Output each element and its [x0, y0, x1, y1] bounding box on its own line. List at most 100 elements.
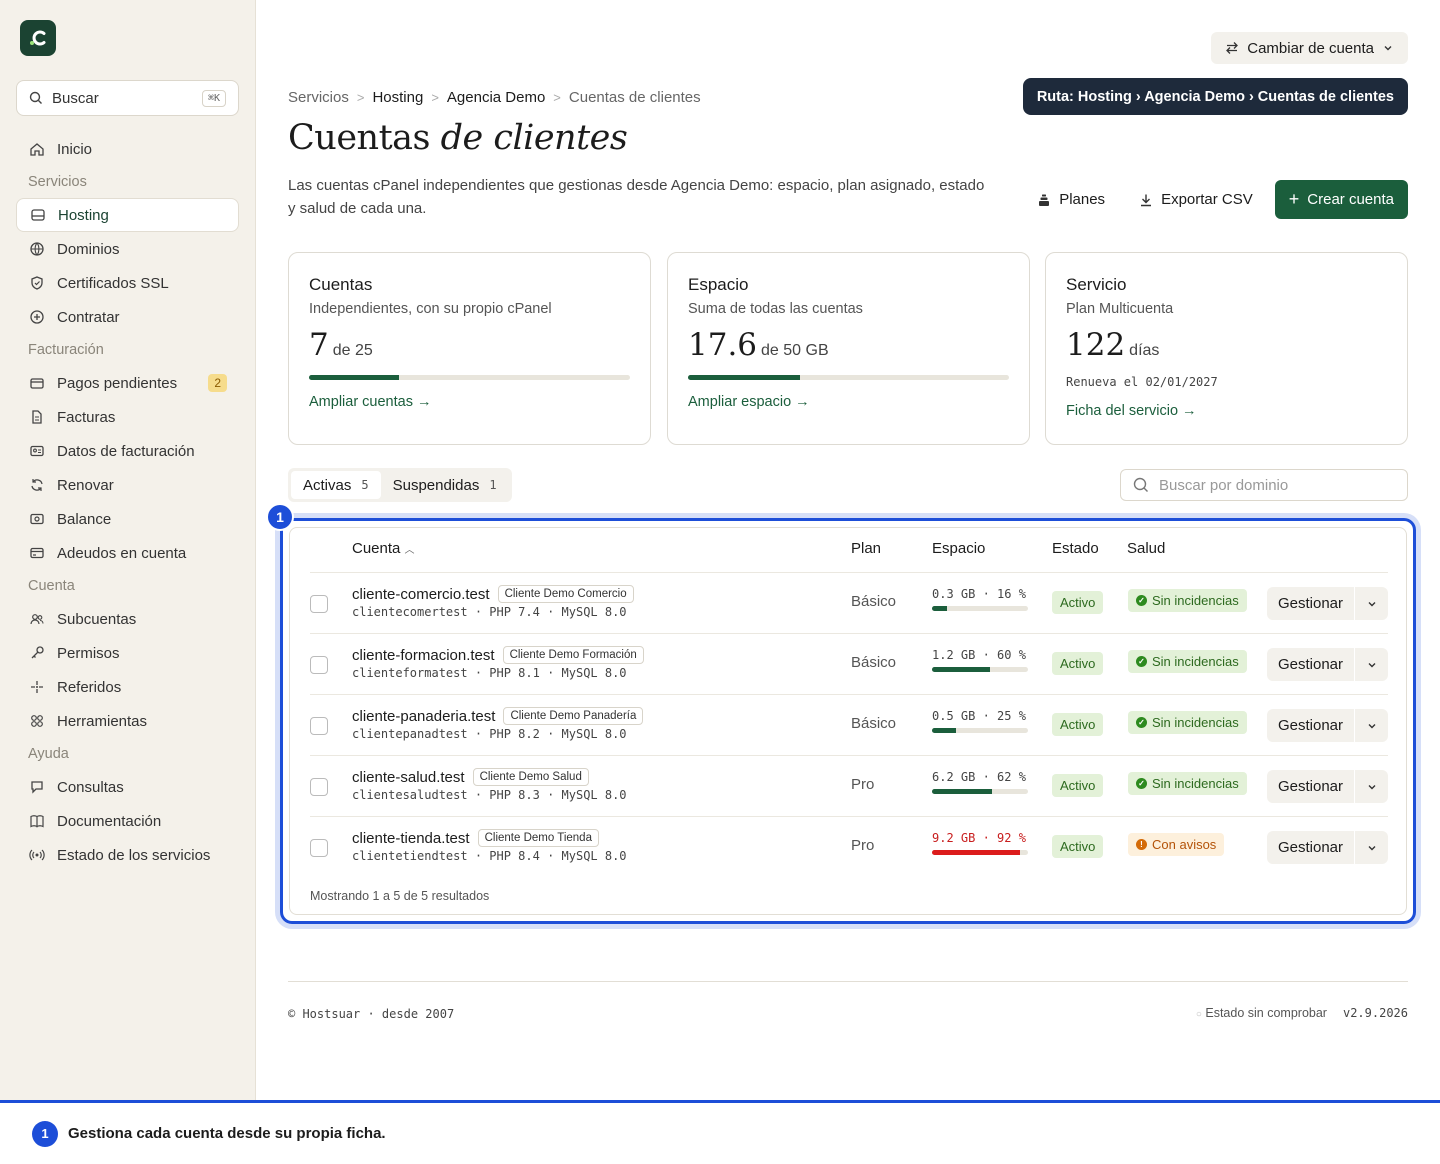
- breadcrumb-agencia[interactable]: Agencia Demo: [447, 89, 545, 106]
- search-icon: [1133, 477, 1149, 493]
- sidebar-item-renovar[interactable]: Renovar: [16, 468, 239, 502]
- row-checkbox[interactable]: [310, 839, 328, 857]
- account-domain[interactable]: cliente-comercio.test: [352, 586, 490, 603]
- breadcrumb-servicios[interactable]: Servicios: [288, 89, 349, 106]
- sidebar-item-subcuentas[interactable]: Subcuentas: [16, 602, 239, 636]
- sidebar-item-label: Balance: [57, 510, 112, 528]
- manage-button[interactable]: Gestionar: [1267, 831, 1355, 864]
- search-placeholder: Buscar por dominio: [1159, 476, 1289, 494]
- sidebar-item-datos-de-facturación[interactable]: Datos de facturación: [16, 434, 239, 468]
- plan-cell: Pro: [851, 837, 875, 854]
- plan-cell: Pro: [851, 776, 875, 793]
- check-circle-icon: ✓: [1136, 717, 1147, 728]
- sidebar-item-label: Datos de facturación: [57, 442, 195, 460]
- sidebar-item-hosting[interactable]: Hosting: [16, 198, 239, 232]
- account-domain[interactable]: cliente-tienda.test: [352, 830, 470, 847]
- file-icon: [28, 409, 45, 426]
- sidebar-item-referidos[interactable]: Referidos: [16, 670, 239, 704]
- status-badge: Activo: [1052, 713, 1104, 736]
- tab-suspendidas[interactable]: Suspendidas 1: [381, 471, 509, 499]
- manage-button[interactable]: Gestionar: [1267, 709, 1355, 742]
- sidebar-item-documentación[interactable]: Documentación: [16, 804, 239, 838]
- sidebar-item-consultas[interactable]: Consultas: [16, 770, 239, 804]
- sidebar-item-label: Certificados SSL: [57, 274, 169, 292]
- sidebar-search[interactable]: Buscar ⌘K: [16, 80, 239, 116]
- space-value: 1.2 GB · 60 %: [932, 648, 1026, 662]
- domain-search-input[interactable]: Buscar por dominio: [1120, 469, 1408, 501]
- sidebar-item-label: Permisos: [57, 644, 120, 662]
- service-detail-link[interactable]: Ficha del servicio →: [1066, 403, 1387, 419]
- breadcrumb-current: Cuentas de clientes: [568, 89, 701, 106]
- stack-icon: [1037, 193, 1051, 207]
- manage-button[interactable]: Gestionar: [1267, 648, 1355, 681]
- callout-marker: 1: [266, 503, 294, 531]
- nav-section-heading: Facturación: [28, 342, 104, 358]
- service-status[interactable]: ○ Estado sin comprobar: [1196, 1006, 1327, 1020]
- row-checkbox[interactable]: [310, 656, 328, 674]
- sidebar-item-label: Hosting: [58, 206, 109, 224]
- chevron-down-icon[interactable]: [1355, 781, 1388, 793]
- switch-account-button[interactable]: Cambiar de cuenta: [1211, 32, 1408, 64]
- space-cell: 0.3 GB · 16 %: [932, 587, 1028, 611]
- sidebar-item-contratar[interactable]: Contratar: [16, 300, 239, 334]
- export-csv-button[interactable]: Exportar CSV: [1127, 180, 1265, 219]
- tab-count: 5: [361, 478, 369, 492]
- sidebar-item-herramientas[interactable]: Herramientas: [16, 704, 239, 738]
- accounts-table: Cuenta ︿ Plan Espacio Estado Salud clien…: [289, 527, 1407, 915]
- row-checkbox[interactable]: [310, 778, 328, 796]
- table-row: cliente-comercio.test Cliente Demo Comerc…: [310, 572, 1388, 633]
- expand-space-link[interactable]: Ampliar espacio →: [688, 394, 1009, 410]
- manage-button[interactable]: Gestionar: [1267, 770, 1355, 803]
- chevron-down-icon[interactable]: [1355, 720, 1388, 732]
- client-tag: Cliente Demo Panadería: [503, 707, 644, 725]
- space-usage-bar: [932, 728, 1028, 733]
- account-domain[interactable]: cliente-panaderia.test: [352, 708, 495, 725]
- col-cuenta[interactable]: Cuenta ︿: [352, 540, 415, 557]
- footer-divider: [288, 981, 1408, 982]
- tab-activas[interactable]: Activas 5: [291, 471, 381, 499]
- brand-logo[interactable]: [20, 20, 56, 56]
- sidebar-item-pagos-pendientes[interactable]: Pagos pendientes 2: [16, 366, 239, 400]
- account-domain[interactable]: cliente-salud.test: [352, 769, 465, 786]
- card-value: 122 días: [1066, 327, 1160, 363]
- sidebar-item-adeudos-en-cuenta[interactable]: Adeudos en cuenta: [16, 536, 239, 570]
- sidebar-item-label: Inicio: [57, 140, 93, 158]
- sidebar-item-permisos[interactable]: Permisos: [16, 636, 239, 670]
- account-meta: clientetiendtest · PHP 8.4 · MySQL 8.0: [352, 849, 627, 863]
- sidebar-item-label: Dominios: [57, 240, 120, 258]
- breadcrumb-hosting[interactable]: Hosting: [372, 89, 423, 106]
- sidebar-item-label: Subcuentas: [57, 610, 137, 628]
- chevron-down-icon[interactable]: [1355, 842, 1388, 854]
- card-value: 7 de 25: [309, 327, 373, 363]
- space-usage-bar: [932, 667, 1028, 672]
- space-value: 0.5 GB · 25 %: [932, 709, 1026, 723]
- chevron-down-icon[interactable]: [1355, 598, 1388, 610]
- plans-button[interactable]: Planes: [1025, 180, 1117, 219]
- sidebar-item-facturas[interactable]: Facturas: [16, 400, 239, 434]
- sidebar-item-estado-de-los-servicios[interactable]: Estado de los servicios: [16, 838, 239, 872]
- expand-accounts-link[interactable]: Ampliar cuentas →: [309, 394, 630, 410]
- card-subtitle: Suma de todas las cuentas: [688, 301, 863, 317]
- space-card: Espacio Suma de todas las cuentas 17.6 de…: [667, 252, 1030, 445]
- status-badge: Activo: [1052, 835, 1104, 858]
- route-tooltip: Ruta: Hosting › Agencia Demo › Cuentas d…: [1022, 78, 1408, 115]
- table-row: cliente-formacion.test Cliente Demo Forma…: [310, 633, 1388, 694]
- create-account-button[interactable]: + Crear cuenta: [1274, 180, 1408, 219]
- sidebar-item-certificados-ssl[interactable]: Certificados SSL: [16, 266, 239, 300]
- sidebar-item-balance[interactable]: Balance: [16, 502, 239, 536]
- home-icon: [28, 141, 45, 158]
- manage-button[interactable]: Gestionar: [1267, 587, 1355, 620]
- plus-icon: +: [1288, 189, 1300, 209]
- sidebar-item-inicio[interactable]: Inicio: [16, 132, 239, 166]
- chevron-down-icon[interactable]: [1355, 659, 1388, 671]
- account-meta: clientesaludtest · PHP 8.3 · MySQL 8.0: [352, 788, 627, 802]
- row-checkbox[interactable]: [310, 717, 328, 735]
- row-checkbox[interactable]: [310, 595, 328, 613]
- account-cell: cliente-formacion.test Cliente Demo Forma…: [352, 646, 644, 664]
- account-meta: clientepanadtest · PHP 8.2 · MySQL 8.0: [352, 727, 627, 741]
- account-domain[interactable]: cliente-formacion.test: [352, 647, 495, 664]
- search-icon: [29, 91, 43, 105]
- sidebar-item-dominios[interactable]: Dominios: [16, 232, 239, 266]
- account-meta: clienteformatest · PHP 8.1 · MySQL 8.0: [352, 666, 627, 680]
- check-circle-icon: ✓: [1136, 595, 1147, 606]
